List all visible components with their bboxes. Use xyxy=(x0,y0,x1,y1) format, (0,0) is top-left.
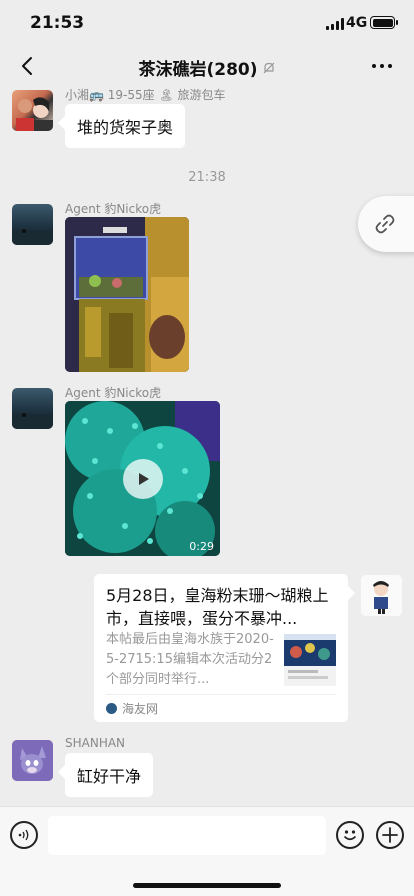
nav-bar: 茶沫礁岩(280) xyxy=(0,48,414,86)
more-dots-icon[interactable] xyxy=(368,52,396,80)
sender-name: 小湘🚌 19-55座 🏝 旅游包车 xyxy=(65,88,226,102)
avatar[interactable] xyxy=(12,90,53,131)
avatar[interactable] xyxy=(12,740,53,781)
video-message[interactable]: 0:29 xyxy=(65,401,220,556)
signal-icon xyxy=(326,18,344,30)
link-card[interactable]: 5月28日，皇海粉末珊～瑚粮上市，直接喂，蛋分不暴冲... 本帖最后由皇海水族于… xyxy=(94,574,348,722)
network-label: 4G xyxy=(346,15,368,31)
sender-name: SHANHAN xyxy=(65,736,126,750)
message-bubble[interactable]: 堆的货架子奥 xyxy=(65,104,186,148)
avatar[interactable] xyxy=(361,575,402,616)
link-card-title: 5月28日，皇海粉末珊～瑚粮上市，直接喂，蛋分不暴冲... xyxy=(106,586,329,628)
play-icon[interactable] xyxy=(123,459,163,499)
battery-icon xyxy=(370,16,398,29)
status-time: 21:53 xyxy=(30,13,85,33)
sender-name: Agent 豹Nicko虎 xyxy=(65,386,162,400)
home-indicator[interactable] xyxy=(133,883,281,888)
avatar[interactable] xyxy=(12,388,53,429)
sender-name: Agent 豹Nicko虎 xyxy=(65,202,162,216)
status-bar: 21:53 4G xyxy=(0,0,414,48)
avatar[interactable] xyxy=(12,204,53,245)
input-bar xyxy=(0,806,414,896)
video-duration: 0:29 xyxy=(189,540,214,553)
link-card-thumbnail xyxy=(284,634,336,686)
voice-icon[interactable] xyxy=(10,821,38,849)
plus-icon[interactable] xyxy=(376,821,404,849)
chat-area[interactable]: 小湘🚌 19-55座 🏝 旅游包车 堆的货架子奥 21:38 Agent 豹Ni… xyxy=(0,86,414,806)
link-card-source: 海友网 xyxy=(106,694,336,717)
link-icon[interactable] xyxy=(358,196,414,252)
chat-title-text: 茶沫礁岩(280) xyxy=(138,60,258,80)
source-icon xyxy=(106,703,117,714)
image-message[interactable] xyxy=(65,217,189,372)
bell-slash-icon xyxy=(262,60,276,80)
link-card-description: 本帖最后由皇海水族于2020-5-2715:15编辑本次活动分2个部分同时举行.… xyxy=(106,632,274,687)
message-bubble[interactable]: 缸好干净 xyxy=(65,753,154,797)
chat-title: 茶沫礁岩(280) xyxy=(0,55,414,80)
link-card-source-name: 海友网 xyxy=(122,702,159,716)
message-input[interactable] xyxy=(48,816,326,855)
timestamp: 21:38 xyxy=(188,170,226,185)
emoji-icon[interactable] xyxy=(336,821,364,849)
